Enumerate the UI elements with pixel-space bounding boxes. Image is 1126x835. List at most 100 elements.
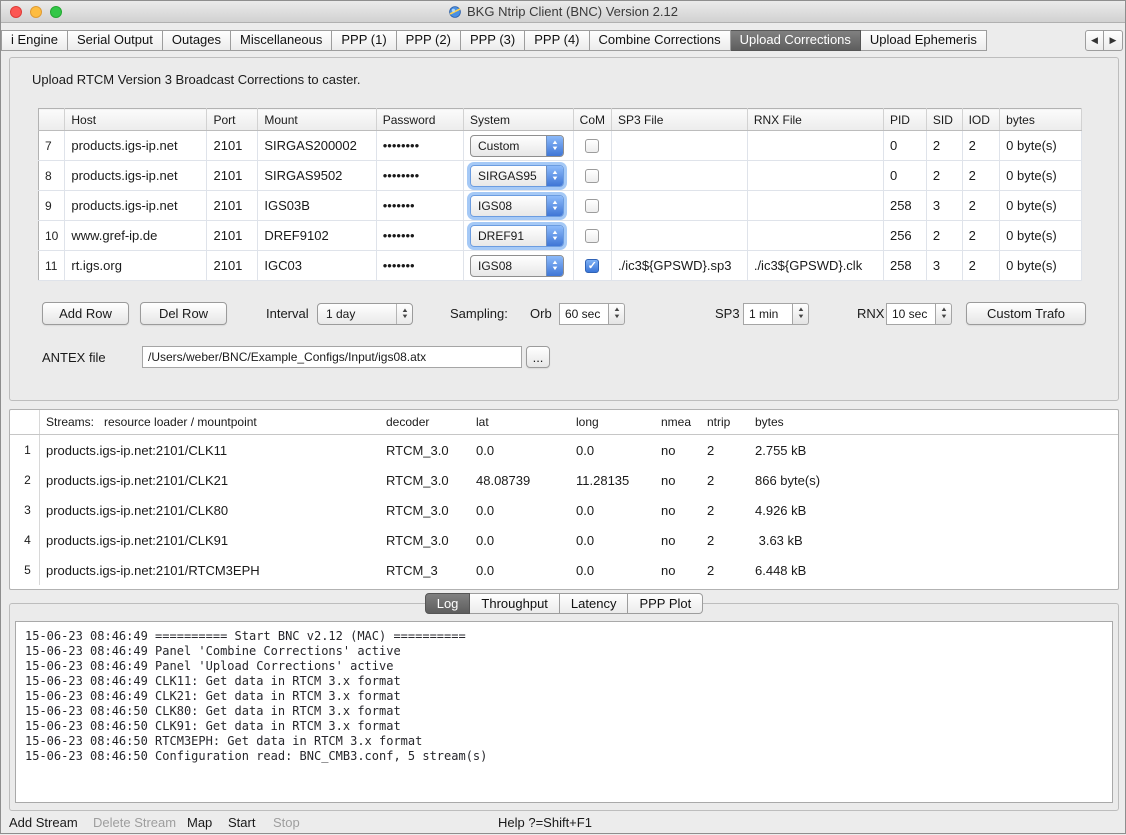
com-checkbox[interactable]: ✓ xyxy=(585,259,599,273)
pid-cell[interactable]: 256 xyxy=(883,221,926,251)
host-cell[interactable]: www.gref-ip.de xyxy=(65,221,207,251)
pid-cell[interactable]: 0 xyxy=(883,161,926,191)
rnx-file-cell[interactable] xyxy=(747,161,883,191)
sid-cell[interactable]: 3 xyxy=(926,191,962,221)
tab-upload-corrections[interactable]: Upload Corrections xyxy=(731,30,861,51)
host-cell[interactable]: products.igs-ip.net xyxy=(65,191,207,221)
iod-cell[interactable]: 2 xyxy=(962,251,1000,281)
minimize-button[interactable] xyxy=(30,6,42,18)
header-rnx-file: RNX File xyxy=(747,109,883,131)
password-cell[interactable]: •••••••• xyxy=(376,131,463,161)
mount-cell[interactable]: SIRGAS200002 xyxy=(258,131,376,161)
system-dropdown[interactable]: IGS08 ▲▼ xyxy=(470,255,564,277)
tab-log[interactable]: Log xyxy=(425,593,471,614)
tab-ppp-1[interactable]: PPP (1) xyxy=(332,30,396,51)
pid-cell[interactable]: 0 xyxy=(883,131,926,161)
com-checkbox[interactable]: ✓ xyxy=(585,199,599,213)
com-cell: ✓ xyxy=(573,131,611,161)
tab-ppp-2[interactable]: PPP (2) xyxy=(397,30,461,51)
stream-lat: 48.08739 xyxy=(470,473,570,488)
stream-row-number: 3 xyxy=(16,495,40,525)
password-cell[interactable]: •••••••• xyxy=(376,161,463,191)
password-cell[interactable]: ••••••• xyxy=(376,251,463,281)
map-button[interactable]: Map xyxy=(187,815,212,830)
sid-cell[interactable]: 3 xyxy=(926,251,962,281)
zoom-button[interactable] xyxy=(50,6,62,18)
pid-cell[interactable]: 258 xyxy=(883,191,926,221)
stream-row[interactable]: 1 products.igs-ip.net:2101/CLK11 RTCM_3.… xyxy=(10,435,1118,465)
iod-cell[interactable]: 2 xyxy=(962,191,1000,221)
password-cell[interactable]: ••••••• xyxy=(376,221,463,251)
com-checkbox[interactable]: ✓ xyxy=(585,229,599,243)
sp3-file-cell[interactable] xyxy=(612,221,748,251)
tab-scroll-left-button[interactable]: ◀ xyxy=(1085,30,1104,51)
del-row-button[interactable]: Del Row xyxy=(140,302,227,325)
stream-row[interactable]: 2 products.igs-ip.net:2101/CLK21 RTCM_3.… xyxy=(10,465,1118,495)
stream-row[interactable]: 4 products.igs-ip.net:2101/CLK91 RTCM_3.… xyxy=(10,525,1118,555)
port-cell[interactable]: 2101 xyxy=(207,161,258,191)
com-checkbox[interactable]: ✓ xyxy=(585,139,599,153)
tab-ppp-plot[interactable]: PPP Plot xyxy=(628,593,703,614)
tab-miscellaneous[interactable]: Miscellaneous xyxy=(231,30,332,51)
password-cell[interactable]: ••••••• xyxy=(376,191,463,221)
interval-dropdown[interactable]: 1 day ▲▼ xyxy=(317,303,413,325)
rnx-file-cell[interactable] xyxy=(747,191,883,221)
mount-cell[interactable]: SIRGAS9502 xyxy=(258,161,376,191)
rnx-file-cell[interactable] xyxy=(747,131,883,161)
iod-cell[interactable]: 2 xyxy=(962,161,1000,191)
streams-header-decoder: decoder xyxy=(380,415,470,429)
system-dropdown[interactable]: IGS08 ▲▼ xyxy=(470,195,564,217)
sp3-file-cell[interactable]: ./ic3${GPSWD}.sp3 xyxy=(612,251,748,281)
sp3-sampling-spinbox[interactable]: 1 min ▲▼ xyxy=(743,303,809,325)
tab-combine-corrections[interactable]: Combine Corrections xyxy=(590,30,731,51)
orb-sampling-spinbox[interactable]: 60 sec ▲▼ xyxy=(559,303,625,325)
sid-cell[interactable]: 2 xyxy=(926,131,962,161)
rnx-sampling-spinbox[interactable]: 10 sec ▲▼ xyxy=(886,303,952,325)
sp3-file-cell[interactable] xyxy=(612,161,748,191)
host-cell[interactable]: products.igs-ip.net xyxy=(65,131,207,161)
port-cell[interactable]: 2101 xyxy=(207,191,258,221)
system-dropdown[interactable]: Custom ▲▼ xyxy=(470,135,564,157)
add-stream-button[interactable]: Add Stream xyxy=(9,815,78,830)
tab-scroll-right-button[interactable]: ▶ xyxy=(1104,30,1123,51)
tab-ppp-3[interactable]: PPP (3) xyxy=(461,30,525,51)
tab-serial-output[interactable]: Serial Output xyxy=(68,30,163,51)
sid-cell[interactable]: 2 xyxy=(926,221,962,251)
pid-cell[interactable]: 258 xyxy=(883,251,926,281)
antex-browse-button[interactable]: ... xyxy=(526,346,550,368)
port-cell[interactable]: 2101 xyxy=(207,251,258,281)
mount-cell[interactable]: DREF9102 xyxy=(258,221,376,251)
sp3-file-cell[interactable] xyxy=(612,191,748,221)
port-cell[interactable]: 2101 xyxy=(207,221,258,251)
com-checkbox[interactable]: ✓ xyxy=(585,169,599,183)
mount-cell[interactable]: IGS03B xyxy=(258,191,376,221)
antex-file-input[interactable] xyxy=(142,346,522,368)
system-dropdown[interactable]: SIRGAS95 ▲▼ xyxy=(470,165,564,187)
host-cell[interactable]: rt.igs.org xyxy=(65,251,207,281)
sid-cell[interactable]: 2 xyxy=(926,161,962,191)
correction-row: 9 products.igs-ip.net 2101 IGS03B ••••••… xyxy=(39,191,1082,221)
header-rownum xyxy=(39,109,65,131)
rnx-file-cell[interactable] xyxy=(747,221,883,251)
start-button[interactable]: Start xyxy=(228,815,255,830)
rnx-file-cell[interactable]: ./ic3${GPSWD}.clk xyxy=(747,251,883,281)
stream-row[interactable]: 5 products.igs-ip.net:2101/RTCM3EPH RTCM… xyxy=(10,555,1118,585)
tab-outages[interactable]: Outages xyxy=(163,30,231,51)
host-cell[interactable]: products.igs-ip.net xyxy=(65,161,207,191)
sp3-file-cell[interactable] xyxy=(612,131,748,161)
tab-throughput[interactable]: Throughput xyxy=(470,593,560,614)
close-button[interactable] xyxy=(10,6,22,18)
tab-latency[interactable]: Latency xyxy=(560,593,629,614)
tab-ppp-4[interactable]: PPP (4) xyxy=(525,30,589,51)
iod-cell[interactable]: 2 xyxy=(962,131,1000,161)
port-cell[interactable]: 2101 xyxy=(207,131,258,161)
mount-cell[interactable]: IGC03 xyxy=(258,251,376,281)
tab-i-engine[interactable]: i Engine xyxy=(1,30,68,51)
add-row-button[interactable]: Add Row xyxy=(42,302,129,325)
log-output[interactable]: 15-06-23 08:46:49 ========== Start BNC v… xyxy=(15,621,1113,803)
tab-upload-ephemeris[interactable]: Upload Ephemeris xyxy=(861,30,987,51)
system-dropdown[interactable]: DREF91 ▲▼ xyxy=(470,225,564,247)
iod-cell[interactable]: 2 xyxy=(962,221,1000,251)
custom-trafo-button[interactable]: Custom Trafo xyxy=(966,302,1086,325)
stream-row[interactable]: 3 products.igs-ip.net:2101/CLK80 RTCM_3.… xyxy=(10,495,1118,525)
